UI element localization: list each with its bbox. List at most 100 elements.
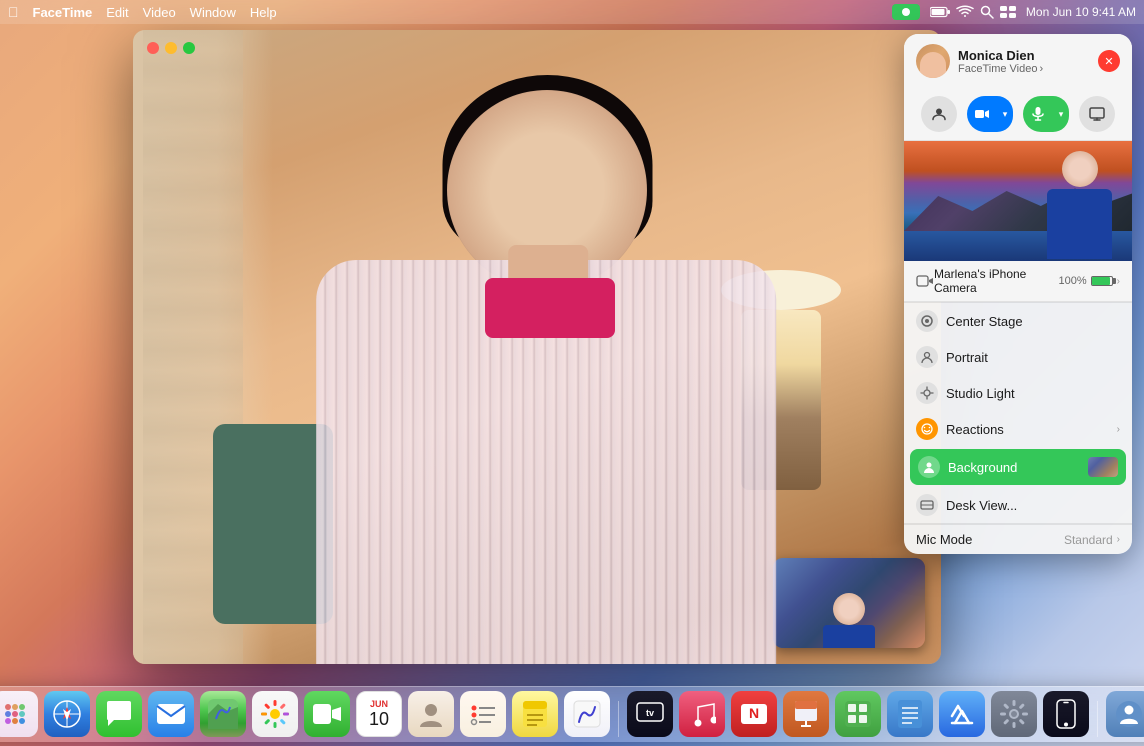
camera-source-name: Marlena's iPhone Camera (934, 267, 1059, 295)
dock-item-appstore[interactable] (939, 691, 985, 737)
center-stage-menu-item[interactable]: Center Stage (904, 303, 1132, 339)
pip-person-head (833, 593, 865, 625)
reactions-chevron-icon: › (1117, 424, 1120, 435)
battery-percent: 100% (1059, 275, 1087, 287)
video-camera-icon (974, 106, 990, 122)
privacy-icon (1114, 699, 1144, 729)
battery-bar (1091, 276, 1113, 286)
screen-share-button[interactable] (1079, 96, 1115, 132)
portrait-label: Portrait (946, 350, 1120, 365)
mic-mode-label: Mic Mode (916, 532, 1064, 547)
studio-light-menu-item[interactable]: Studio Light (904, 375, 1132, 411)
background-menu-item[interactable]: Background (910, 449, 1126, 485)
reactions-icon (916, 418, 938, 440)
search-icon[interactable] (980, 5, 994, 19)
screen-share-control-group (1079, 96, 1115, 132)
mic-chevron-button[interactable]: ▾ (1053, 96, 1069, 132)
pip-person-container (819, 593, 879, 648)
dock-item-news[interactable]: N (731, 691, 777, 737)
facetime-video-bg (133, 30, 941, 664)
launchpad-icon (1, 700, 29, 728)
dock-item-music[interactable] (679, 691, 725, 737)
studio-light-icon (916, 382, 938, 404)
tv-icon: tv (636, 702, 664, 726)
dock-item-pages[interactable] (887, 691, 933, 737)
svg-text:N: N (749, 705, 759, 721)
close-call-button[interactable]: ✕ (1098, 50, 1120, 72)
facetime-window (133, 30, 941, 664)
battery-icon (930, 6, 950, 18)
menubar-app-name[interactable]: FaceTime (33, 5, 93, 20)
preview-body (1047, 189, 1112, 259)
video-preview (904, 141, 1132, 261)
dock-item-freeform[interactable] (564, 691, 610, 737)
caller-name: Monica Dien (958, 48, 1098, 63)
dock-item-launchpad[interactable] (0, 691, 38, 737)
menubar-edit[interactable]: Edit (106, 5, 128, 20)
maps-icon (208, 699, 238, 729)
mic-button[interactable] (1023, 96, 1053, 132)
dock-divider-2 (1097, 701, 1098, 737)
profile-control-group (921, 96, 957, 132)
background-label: Background (948, 460, 1082, 475)
maximize-window-button[interactable] (183, 42, 195, 54)
portrait-menu-item[interactable]: Portrait (904, 339, 1132, 375)
mic-chevron-icon: ▾ (1059, 109, 1064, 120)
dock-item-maps[interactable] (200, 691, 246, 737)
menubar-help[interactable]: Help (250, 5, 277, 20)
safari-icon (52, 699, 82, 729)
menubar-video[interactable]: Video (143, 5, 176, 20)
desk-view-menu-item[interactable]: Desk View... (904, 487, 1132, 523)
mic-mode-row[interactable]: Mic Mode Standard › (904, 524, 1132, 554)
camera-chevron-icon[interactable]: › (1117, 276, 1120, 287)
caller-subtitle: FaceTime Video › (958, 63, 1098, 75)
mic-control-group: ▾ (1023, 96, 1069, 132)
video-button[interactable] (967, 96, 997, 132)
dock-item-system-preferences[interactable] (991, 691, 1037, 737)
dock-item-photos[interactable] (252, 691, 298, 737)
menubar-window[interactable]: Window (190, 5, 236, 20)
dock-item-messages[interactable] (96, 691, 142, 737)
reactions-svg (920, 422, 934, 436)
video-chevron-button[interactable]: ▾ (997, 96, 1013, 132)
close-window-button[interactable] (147, 42, 159, 54)
calendar-content: JUN 10 (369, 700, 389, 728)
menubar-left:  FaceTime Edit Video Window Help (8, 4, 277, 20)
chair-arm (213, 424, 333, 624)
record-button[interactable] (892, 4, 920, 20)
apple-logo-icon[interactable]:  (8, 4, 19, 20)
background-thumb (1088, 457, 1118, 477)
iphone-icon (1056, 699, 1076, 729)
screen-share-icon (1089, 106, 1105, 122)
dock-item-keynote[interactable] (783, 691, 829, 737)
pip-person-body (823, 625, 875, 648)
dock-item-reminders[interactable] (460, 691, 506, 737)
dock-item-notes[interactable] (512, 691, 558, 737)
dock-item-numbers[interactable] (835, 691, 881, 737)
dock-item-iphone-mirroring[interactable] (1043, 691, 1089, 737)
control-panel: Monica Dien FaceTime Video › ✕ (904, 34, 1132, 554)
status-icons (930, 5, 1016, 19)
desk-view-icon (916, 494, 938, 516)
caller-subtitle-text: FaceTime Video (958, 63, 1037, 75)
video-control-group: ▾ (967, 96, 1013, 132)
mic-icon (1030, 106, 1046, 122)
reactions-menu-item[interactable]: Reactions › (904, 411, 1132, 447)
appstore-icon (947, 699, 977, 729)
dock-item-facetime[interactable] (304, 691, 350, 737)
news-icon: N (739, 700, 769, 728)
control-center-icon[interactable] (1000, 6, 1016, 18)
dock-item-safari[interactable] (44, 691, 90, 737)
dock-item-calendar[interactable]: JUN 10 (356, 691, 402, 737)
dock-divider (618, 701, 619, 737)
dock: JUN 10 (0, 686, 1144, 742)
avatar-person (920, 52, 946, 78)
dock-item-contacts[interactable] (408, 691, 454, 737)
profile-button[interactable] (921, 96, 957, 132)
minimize-window-button[interactable] (165, 42, 177, 54)
dock-item-privacy[interactable] (1106, 691, 1144, 737)
freeform-icon (572, 699, 602, 729)
contacts-icon (417, 699, 445, 729)
dock-item-tv[interactable]: tv (627, 691, 673, 737)
dock-item-mail[interactable] (148, 691, 194, 737)
